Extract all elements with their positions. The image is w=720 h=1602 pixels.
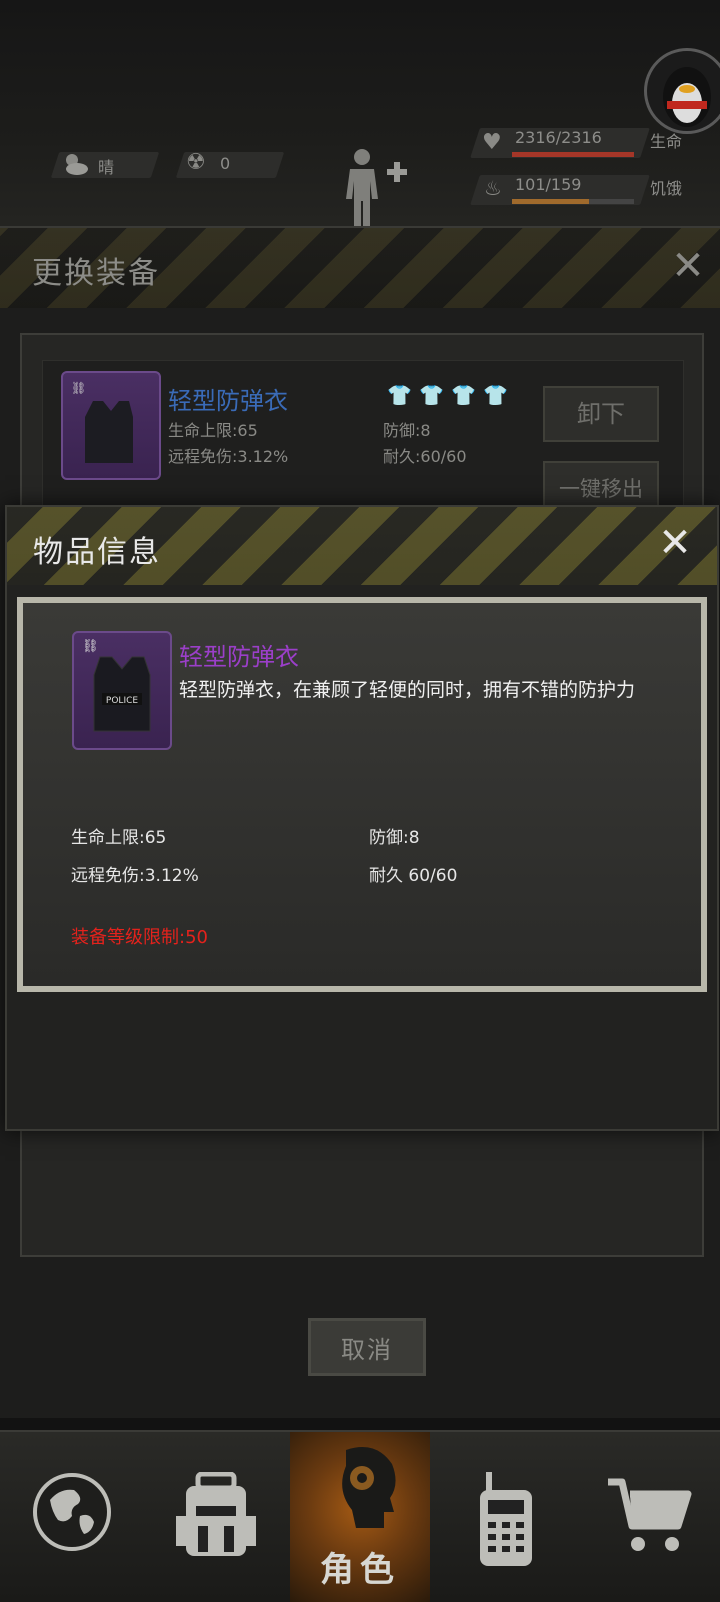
vest-police-text: POLICE (106, 696, 138, 706)
nav-shop[interactable] (578, 1432, 720, 1602)
radiation-icon: ☢ (186, 150, 206, 175)
nav-world[interactable] (0, 1432, 144, 1602)
hunger-value: 101/159 (515, 175, 582, 194)
character-heal-icon[interactable] (340, 145, 410, 230)
cancel-button[interactable]: 取消 (308, 1318, 426, 1376)
nav-character[interactable]: 角色 (290, 1432, 430, 1602)
level-requirement: 装备等级限制:50 (71, 927, 208, 948)
backpack-icon (176, 1472, 256, 1556)
item-info-body: ⛓ POLICE 轻型防弹衣 轻型防弹衣，在兼顾了轻便的同时，拥有不错的防护力 … (17, 597, 707, 992)
health-bar-fill (512, 152, 634, 157)
nav-backpack[interactable] (144, 1432, 288, 1602)
vest-icon (85, 401, 133, 463)
unequip-button[interactable]: 卸下 (543, 386, 659, 442)
link-icon: ⛓ (71, 381, 87, 395)
item-name: 轻型防弹衣 (179, 643, 299, 671)
shirt-tier-3-icon: 👕 (451, 383, 476, 407)
shirt-tier-1-icon: 👕 (387, 383, 412, 407)
stat-durability: 耐久 60/60 (369, 866, 458, 886)
bottom-nav: 角色 (0, 1430, 720, 1602)
info-dialog-close-icon[interactable]: ✕ (655, 523, 695, 563)
shirt-tier-4-icon: 👕 (483, 383, 508, 407)
weather-label: 晴 (98, 158, 115, 177)
hunger-bar (512, 199, 634, 204)
item-info-dialog: 物品信息 ✕ ⛓ POLICE 轻型防弹衣 轻型防弹衣，在兼顾了轻便的同时，拥有… (5, 505, 719, 1131)
equipped-item-name: 轻型防弹衣 (168, 387, 288, 415)
nav-character-label: 角色 (320, 1550, 400, 1590)
penguin-avatar-icon[interactable] (644, 48, 720, 134)
link-icon: ⛓ (82, 639, 99, 654)
radiation-value: 0 (220, 154, 231, 173)
equipped-stat-durability: 耐久:60/60 (383, 447, 467, 466)
heart-icon: ♥ (482, 130, 502, 155)
hunger-label: 饥饿 (650, 179, 683, 198)
equipped-stat-defense: 防御:8 (383, 421, 431, 440)
item-description: 轻型防弹衣，在兼顾了轻便的同时，拥有不错的防护力 (179, 679, 636, 701)
shopping-cart-icon (608, 1478, 692, 1551)
bulletproof-vest-icon: POLICE (93, 656, 151, 732)
hunger-bar-fill (512, 199, 590, 204)
equipped-stat-ranged: 远程免伤:3.12% (168, 447, 289, 466)
shirt-tier-2-icon: 👕 (419, 383, 444, 407)
equipped-stat-hp: 生命上限:65 (168, 421, 258, 440)
stat-ranged: 远程免伤:3.12% (71, 866, 199, 886)
head-gear-icon (342, 1447, 396, 1528)
globe-icon (33, 1473, 111, 1551)
status-hud: 晴 ☢ 0 ♥ 2316/2316 生命 ♨ 101/159 饥饿 (0, 0, 720, 235)
equipped-item-slot[interactable]: ⛓ (61, 371, 161, 480)
item-info-content: ⛓ POLICE 轻型防弹衣 轻型防弹衣，在兼顾了轻便的同时，拥有不错的防护力 … (23, 603, 701, 986)
change-dialog-close-icon[interactable]: ✕ (668, 246, 708, 286)
stat-hp: 生命上限:65 (71, 828, 167, 848)
stomach-icon: ♨ (484, 176, 502, 200)
item-slot: ⛓ POLICE (72, 631, 172, 750)
info-dialog-title: 物品信息 (33, 535, 161, 570)
health-bar (512, 152, 634, 157)
stat-defense: 防御:8 (369, 828, 420, 848)
walkie-talkie-icon (480, 1472, 532, 1566)
nav-radio[interactable] (434, 1432, 578, 1602)
change-dialog-title: 更换装备 (32, 256, 160, 291)
health-value: 2316/2316 (515, 128, 602, 147)
cloud-sun-icon (60, 150, 90, 178)
